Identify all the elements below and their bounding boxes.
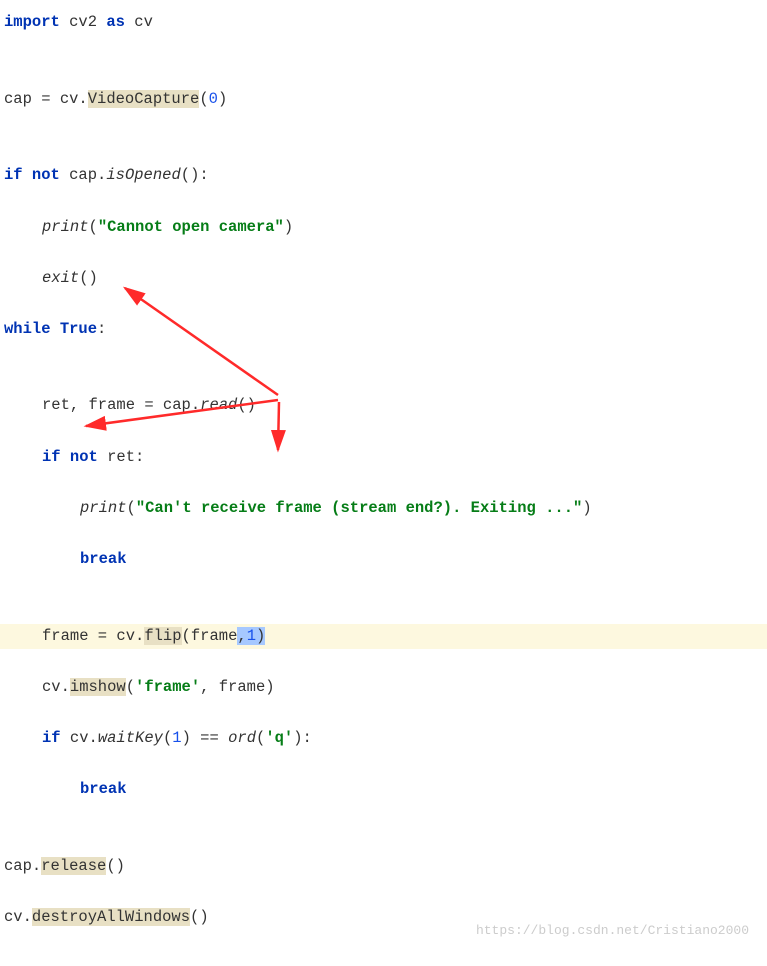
fn-imshow: imshow [70,678,126,696]
selection: , [237,627,246,645]
fn-read: read [200,396,237,414]
fn-destroyallwindows: destroyAllWindows [32,908,190,926]
code-line: exit() [4,266,763,292]
code-line: cap.release() [4,854,763,880]
keyword-if: if [4,166,23,184]
fn-waitkey: waitKey [98,729,163,747]
code-line: cap = cv.VideoCapture(0) [4,87,763,113]
string-literal: "Cannot open camera" [98,218,284,236]
code-line: print("Can't receive frame (stream end?)… [4,496,763,522]
selection-number: 1 [247,627,256,645]
code-line: ret, frame = cap.read() [4,393,763,419]
bool-true: True [60,320,97,338]
string-literal: "Can't receive frame (stream end?). Exit… [136,499,582,517]
module-name: cv2 [69,13,97,31]
string-literal: 'q' [265,729,293,747]
fn-release: release [41,857,106,875]
code-line: while True: [4,317,763,343]
variable: cap [4,90,32,108]
code-line: break [4,547,763,573]
fn-print: print [80,499,127,517]
keyword-if: if [42,448,61,466]
keyword-while: while [4,320,51,338]
keyword-as: as [106,13,125,31]
code-line: if not cap.isOpened(): [4,163,763,189]
highlighted-line: frame = cv.flip(frame,1) [0,624,767,650]
selection: ) [256,627,265,645]
code-line: if not ret: [4,445,763,471]
code-line: import cv2 as cv [4,10,763,36]
keyword-break: break [80,550,127,568]
string-literal: 'frame' [135,678,200,696]
fn-videocapture: VideoCapture [88,90,200,108]
code-block: import cv2 as cv cap = cv.VideoCapture(0… [4,10,763,956]
alias: cv [134,13,153,31]
fn-isopened: isOpened [106,166,180,184]
code-line: cv.imshow('frame', frame) [4,675,763,701]
keyword-break: break [80,780,127,798]
watermark: https://blog.csdn.net/Cristiano2000 [476,920,749,941]
code-line: if cv.waitKey(1) == ord('q'): [4,726,763,752]
keyword-not: not [32,166,60,184]
number-literal: 1 [172,729,181,747]
code-line: break [4,777,763,803]
code-line: print("Cannot open camera") [4,215,763,241]
number-literal: 0 [209,90,218,108]
keyword-if: if [42,729,61,747]
fn-exit: exit [42,269,79,287]
keyword-import: import [4,13,60,31]
fn-print: print [42,218,89,236]
fn-ord: ord [228,729,256,747]
keyword-not: not [70,448,98,466]
fn-flip: flip [144,627,181,645]
